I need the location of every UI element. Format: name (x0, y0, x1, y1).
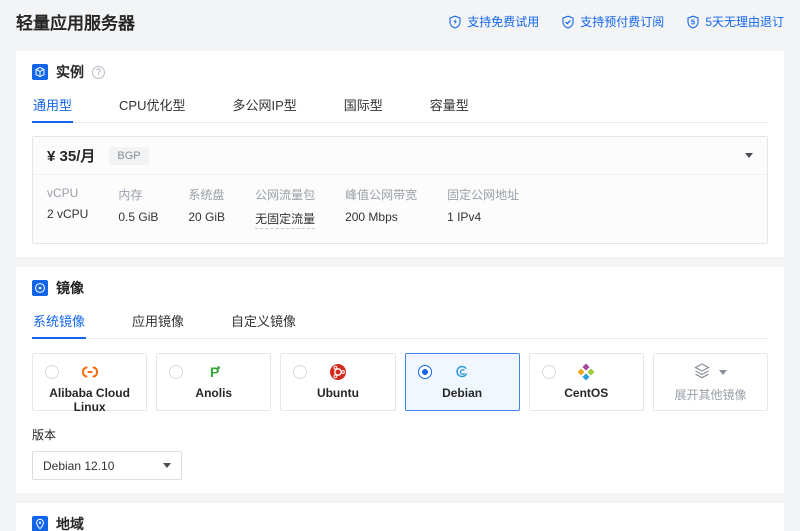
image-section: 镜像 系统镜像 应用镜像 自定义镜像 Alibaba Cloud Linux P… (16, 267, 784, 493)
version-value: Debian 12.10 (43, 458, 115, 473)
instance-section-head: 实例 ? (32, 62, 768, 82)
radio-checked[interactable] (417, 365, 432, 379)
badge-refund: 5 5天无理由退订 (686, 13, 784, 30)
tab-general-purpose[interactable]: 通用型 (32, 87, 74, 123)
instance-section: 实例 ? 通用型 CPU优化型 多公网IP型 国际型 容量型 ¥ 35/月 BG… (16, 51, 784, 257)
version-label: 版本 (32, 428, 57, 442)
plan-price: ¥ 35/月 (47, 148, 96, 165)
os-options-row: Alibaba Cloud Linux P Anolis Ubuntu Debi… (32, 353, 769, 414)
version-select[interactable]: Debian 12.10 (32, 451, 182, 480)
image-tabs: 系统镜像 应用镜像 自定义镜像 (32, 303, 768, 339)
plan-specs: vCPU 2 vCPU 内存 0.5 GiB 系统盘 20 GiB 公网流量包 … (33, 175, 767, 243)
instance-section-title: 实例 (56, 64, 84, 80)
badge-label: 5天无理由退订 (705, 15, 784, 29)
spec-traffic-package: 公网流量包 无固定流量 (255, 186, 316, 229)
radio-unchecked[interactable] (45, 365, 59, 379)
shield-lightning-icon (448, 15, 462, 29)
badge-label: 支持免费试用 (467, 15, 540, 29)
svg-text:5: 5 (691, 17, 695, 26)
tab-international[interactable]: 国际型 (343, 87, 384, 123)
tab-capacity[interactable]: 容量型 (429, 87, 470, 123)
region-section-head: 地域 (32, 514, 768, 531)
spec-vcpu: vCPU 2 vCPU (47, 186, 89, 221)
image-section-head: 镜像 (32, 278, 768, 298)
chevron-down-icon (719, 369, 728, 375)
shield-five-icon: 5 (686, 15, 700, 29)
spec-system-disk: 系统盘 20 GiB (188, 188, 226, 224)
image-icon (32, 280, 48, 296)
region-section-title: 地域 (56, 516, 84, 531)
instance-tabs: 通用型 CPU优化型 多公网IP型 国际型 容量型 (32, 87, 768, 123)
os-card-anolis[interactable]: P Anolis (156, 353, 272, 411)
tab-app-image[interactable]: 应用镜像 (131, 303, 185, 339)
spec-fixed-public-ip: 固定公网地址 1 IPv4 (447, 188, 520, 224)
shield-check-icon (561, 15, 575, 29)
tab-system-image[interactable]: 系统镜像 (32, 303, 87, 339)
badge-prepaid-subscription: 支持预付费订阅 (561, 13, 664, 30)
header-badges: 支持免费试用 支持预付费订阅 5 5天无理由退订 (448, 13, 784, 30)
plan-selector[interactable]: ¥ 35/月 BGP vCPU 2 vCPU 内存 0.5 GiB 系统盘 20… (32, 136, 768, 244)
badge-free-trial: 支持免费试用 (448, 13, 539, 30)
os-card-ubuntu[interactable]: Ubuntu (280, 353, 396, 411)
badge-label: 支持预付费订阅 (580, 15, 665, 29)
help-icon[interactable]: ? (92, 65, 105, 79)
page-title: 轻量应用服务器 (16, 14, 135, 33)
chevron-down-icon (163, 463, 171, 468)
layers-icon (693, 362, 711, 383)
tab-multi-public-ip[interactable]: 多公网IP型 (231, 87, 297, 123)
bgp-tag: BGP (109, 146, 149, 165)
os-card-debian[interactable]: Debian (404, 353, 520, 411)
chevron-down-icon[interactable] (745, 153, 753, 158)
expand-other-images-button[interactable]: 展开其他镜像 (652, 353, 769, 411)
region-icon (32, 516, 48, 531)
instance-icon (32, 64, 48, 80)
image-section-title: 镜像 (56, 280, 84, 296)
spec-peak-bandwidth: 峰值公网带宽 200 Mbps (345, 188, 418, 224)
region-section: 地域 上海 (16, 503, 784, 531)
plan-row[interactable]: ¥ 35/月 BGP (33, 137, 767, 175)
spec-memory: 内存 0.5 GiB (118, 188, 159, 224)
os-card-centos[interactable]: CentOS (528, 353, 644, 411)
tab-cpu-optimized[interactable]: CPU优化型 (118, 87, 186, 123)
page-header: 轻量应用服务器 支持免费试用 支持预付费订阅 5 5天无理由退订 (0, 0, 800, 41)
radio-unchecked[interactable] (541, 365, 556, 379)
tab-custom-image[interactable]: 自定义镜像 (230, 303, 297, 339)
os-card-alibaba-cloud-linux[interactable]: Alibaba Cloud Linux (32, 353, 148, 414)
